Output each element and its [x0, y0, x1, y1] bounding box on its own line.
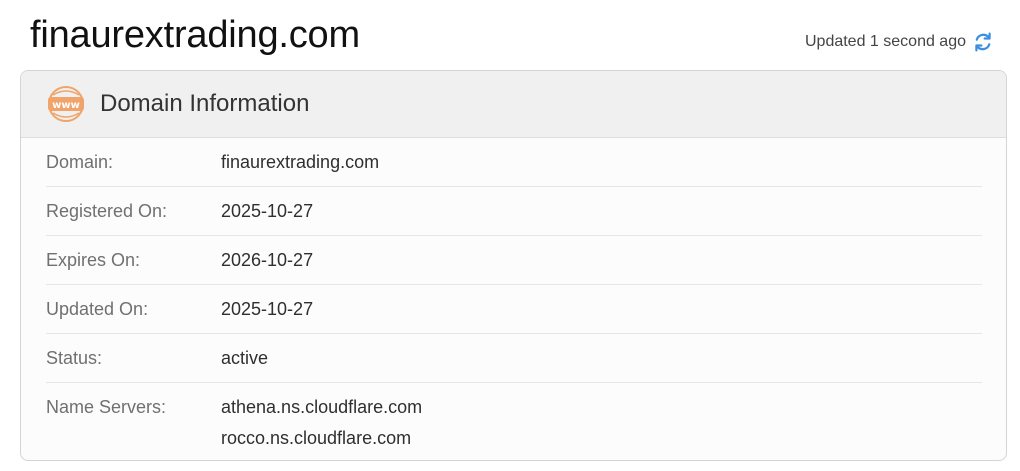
- updated-text: Updated 1 second ago: [804, 33, 966, 50]
- row-value: 2026-10-27: [221, 250, 314, 270]
- update-status: Updated 1 second ago: [805, 31, 994, 53]
- info-table: Domain: finaurextrading.com Registered O…: [21, 138, 1006, 453]
- row-label: Expires On:: [46, 250, 141, 270]
- row-name-servers: Name Servers: athena.ns.cloudflare.com r…: [46, 383, 982, 453]
- row-value: 2025-10-27: [221, 201, 314, 221]
- refresh-icon[interactable]: [972, 31, 994, 53]
- row-label: Registered On:: [46, 201, 168, 221]
- card-title: Domain Information: [100, 90, 310, 117]
- name-server-list: athena.ns.cloudflare.com rocco.ns.cloudf…: [221, 395, 422, 453]
- row-expires-on: Expires On: 2026-10-27: [46, 236, 982, 285]
- www-icon: www: [47, 85, 85, 123]
- card-header: www Domain Information: [21, 71, 1006, 138]
- row-label: Updated On:: [46, 299, 149, 319]
- page-title: finaurextrading.com: [30, 14, 360, 56]
- row-registered-on: Registered On: 2025-10-27: [46, 187, 982, 236]
- domain-info-card: www Domain Information Domain: finaurext…: [20, 70, 1007, 461]
- whois-page: finaurextrading.com Updated 1 second ago…: [0, 0, 1020, 471]
- row-label: Name Servers:: [46, 397, 167, 417]
- row-updated-on: Updated On: 2025-10-27: [46, 285, 982, 334]
- status-value: active: [221, 348, 269, 368]
- svg-text:www: www: [52, 100, 80, 111]
- row-label: Domain:: [46, 152, 114, 172]
- name-server: athena.ns.cloudflare.com: [221, 397, 423, 417]
- row-value: 2025-10-27: [221, 299, 314, 319]
- row-domain: Domain: finaurextrading.com: [46, 138, 982, 187]
- row-label: Status:: [46, 348, 103, 368]
- row-value: finaurextrading.com: [221, 152, 380, 172]
- row-status: Status: active: [46, 334, 982, 383]
- name-server: rocco.ns.cloudflare.com: [221, 428, 412, 448]
